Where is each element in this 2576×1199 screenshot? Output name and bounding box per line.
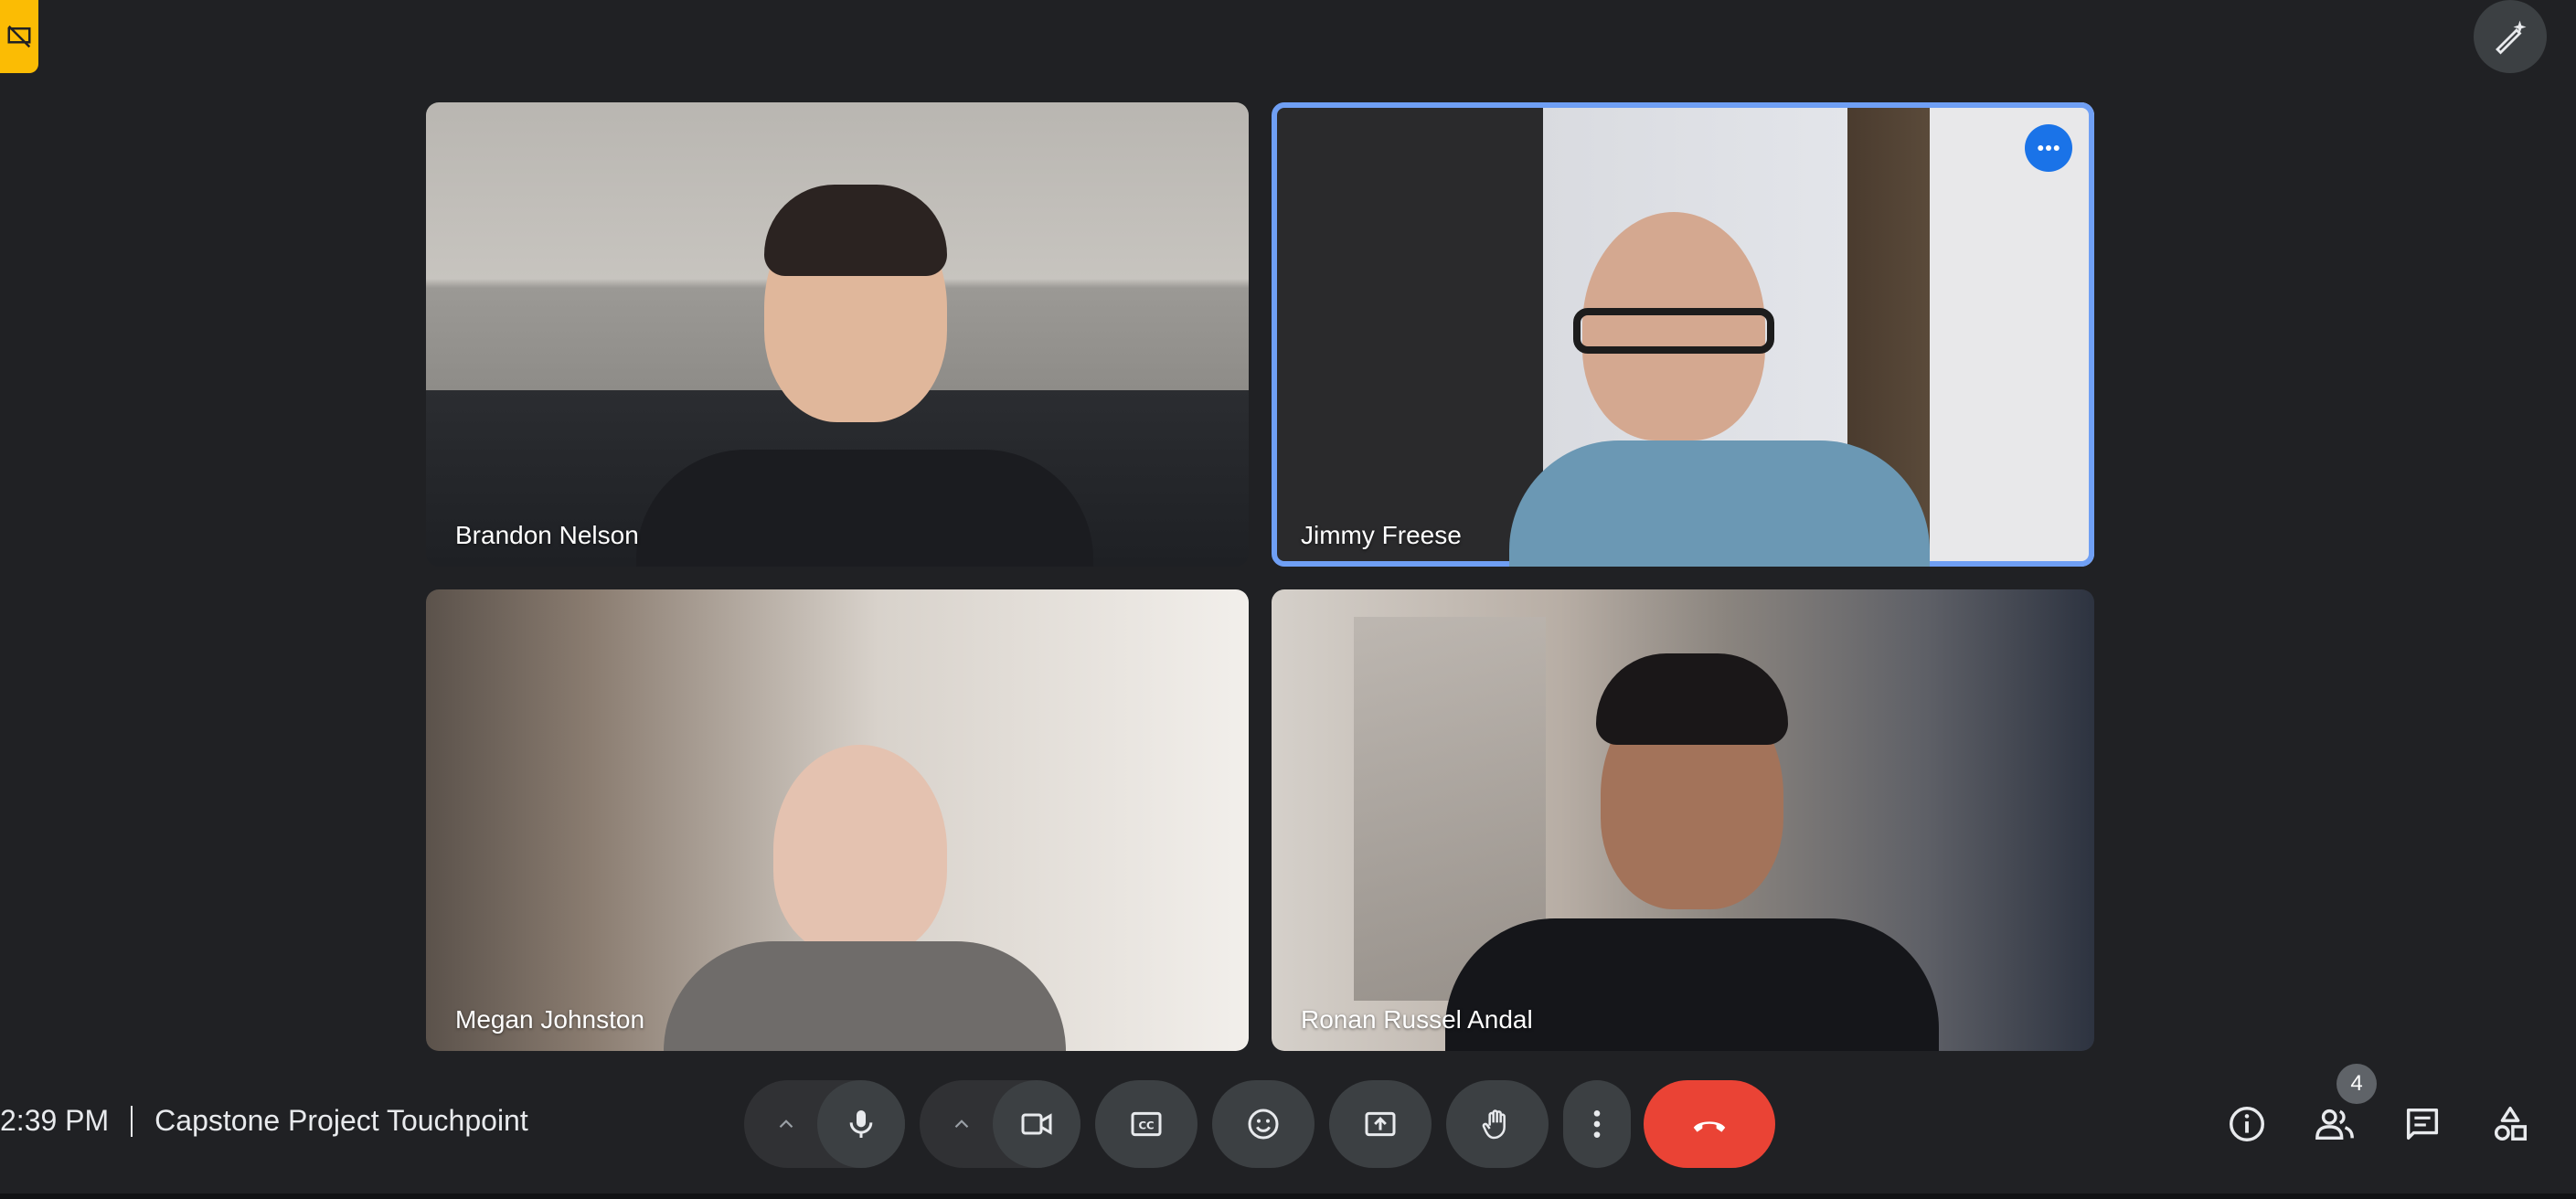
participant-video-face (773, 745, 947, 955)
participant-name: Brandon Nelson (455, 521, 639, 549)
more-options-button[interactable] (1563, 1080, 1631, 1168)
meeting-title: Capstone Project Touchpoint (154, 1104, 528, 1137)
videocam-icon (1021, 1113, 1052, 1135)
captions-button[interactable]: CC (1095, 1080, 1198, 1168)
chevron-up-icon (779, 1119, 793, 1129)
participant-video-body (664, 941, 1066, 1051)
participant-tile-megan-johnston[interactable]: Megan Johnston (426, 589, 1249, 1051)
chevron-up-icon (954, 1119, 969, 1129)
present-screen-button[interactable] (1329, 1080, 1432, 1168)
mic-icon (849, 1110, 873, 1138)
people-icon (2315, 1109, 2354, 1141)
meeting-time: 2:39 PM (0, 1104, 110, 1137)
window-bottom-edge (0, 1194, 2576, 1199)
participant-count-badge: 4 (2336, 1064, 2377, 1104)
call-end-icon (1693, 1121, 1726, 1132)
leave-call-button[interactable] (1644, 1080, 1775, 1168)
tile-options-button[interactable] (2025, 124, 2072, 172)
people-button[interactable] (2309, 1098, 2360, 1150)
activities-button[interactable] (2485, 1098, 2536, 1150)
camera-button[interactable] (993, 1080, 1080, 1168)
participant-tile-ronan-russel-andal[interactable]: Ronan Russel Andal (1272, 589, 2094, 1051)
audio-options-button[interactable] (766, 1104, 806, 1144)
chat-button[interactable] (2397, 1098, 2448, 1150)
info-icon (2230, 1107, 2264, 1141)
meeting-details-button[interactable] (2221, 1098, 2273, 1150)
participant-video-hair (764, 185, 947, 276)
participant-tile-brandon-nelson[interactable]: Brandon Nelson (426, 102, 1249, 567)
raise-hand-button[interactable] (1446, 1080, 1549, 1168)
participant-name: Jimmy Freese (1301, 521, 1462, 549)
chat-icon (2406, 1108, 2439, 1141)
participant-name: Ronan Russel Andal (1301, 1005, 1533, 1034)
more-horiz-icon (2038, 145, 2060, 151)
more-vert-icon (1593, 1110, 1601, 1138)
present-screen-icon (1365, 1111, 1396, 1137)
hand-icon (1482, 1109, 1506, 1140)
magic-pencil-icon (2496, 20, 2527, 55)
participant-tile-jimmy-freese[interactable]: Jimmy Freese (1272, 102, 2094, 567)
reactions-button[interactable] (1212, 1080, 1315, 1168)
activities-icon (2494, 1107, 2528, 1141)
participant-video-glasses (1573, 308, 1774, 354)
participant-video-hair (1596, 653, 1788, 745)
participant-video-body (636, 450, 1093, 567)
participant-name: Megan Johnston (455, 1005, 645, 1034)
visual-effects-button[interactable] (2474, 0, 2547, 73)
closed-caption-icon: CC (1131, 1111, 1162, 1137)
svg-text:CC: CC (1138, 1119, 1154, 1132)
screen-off-icon (7, 25, 31, 48)
hidden-tile-indicator[interactable] (0, 0, 38, 73)
participant-video-body (1509, 440, 1930, 567)
divider (131, 1105, 133, 1137)
emoji-icon (1248, 1109, 1279, 1140)
meeting-details: 2:39 PM Capstone Project Touchpoint (0, 1104, 528, 1138)
video-options-button[interactable] (942, 1104, 982, 1144)
microphone-button[interactable] (817, 1080, 905, 1168)
